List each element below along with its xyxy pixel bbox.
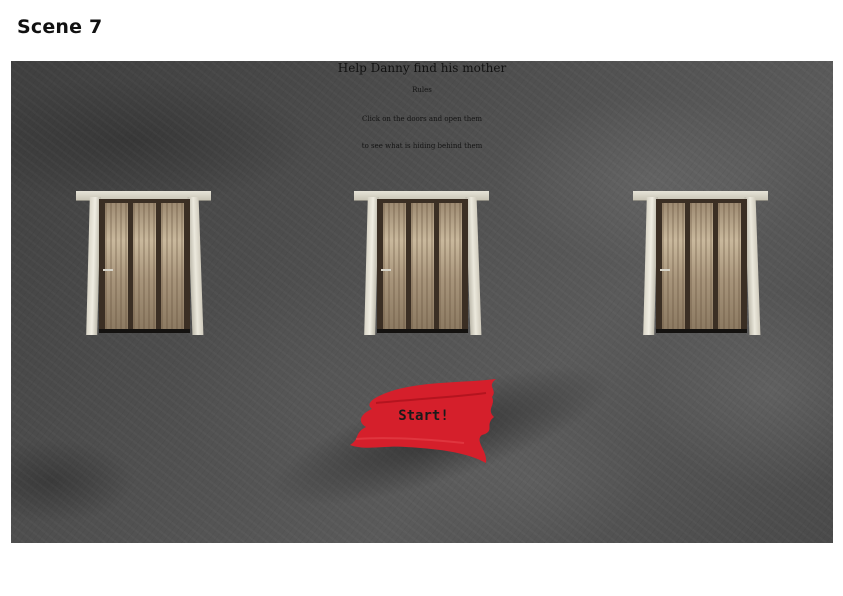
- door-plank: [133, 203, 156, 329]
- door-plank: [718, 203, 741, 329]
- door-handle: [381, 269, 391, 271]
- door-plank: [383, 203, 406, 329]
- start-label: Start!: [398, 408, 449, 424]
- door-handle: [103, 269, 113, 271]
- game-title: Help Danny find his mother: [337, 61, 507, 75]
- rules-heading: Rules: [412, 86, 432, 94]
- door-center[interactable]: [354, 191, 489, 337]
- door-plank: [161, 203, 184, 329]
- door-plank: [662, 203, 685, 329]
- door-left[interactable]: [76, 191, 211, 337]
- door-leaf[interactable]: [99, 199, 190, 333]
- rules-line-2: to see what is hiding behind them: [361, 142, 483, 150]
- door-plank: [105, 203, 128, 329]
- door-plank: [439, 203, 462, 329]
- rules-line-1: Click on the doors and open them: [362, 115, 482, 123]
- door-leaf[interactable]: [377, 199, 468, 333]
- door-right[interactable]: [633, 191, 768, 337]
- game-stage: Help Danny find his mother Rules Click o…: [11, 61, 833, 543]
- start-button[interactable]: Start!: [346, 379, 501, 469]
- scene-label: Scene 7: [17, 16, 103, 38]
- door-plank: [690, 203, 713, 329]
- brush-stroke-shape: [350, 379, 496, 463]
- door-handle: [660, 269, 670, 271]
- door-plank: [411, 203, 434, 329]
- door-leaf[interactable]: [656, 199, 747, 333]
